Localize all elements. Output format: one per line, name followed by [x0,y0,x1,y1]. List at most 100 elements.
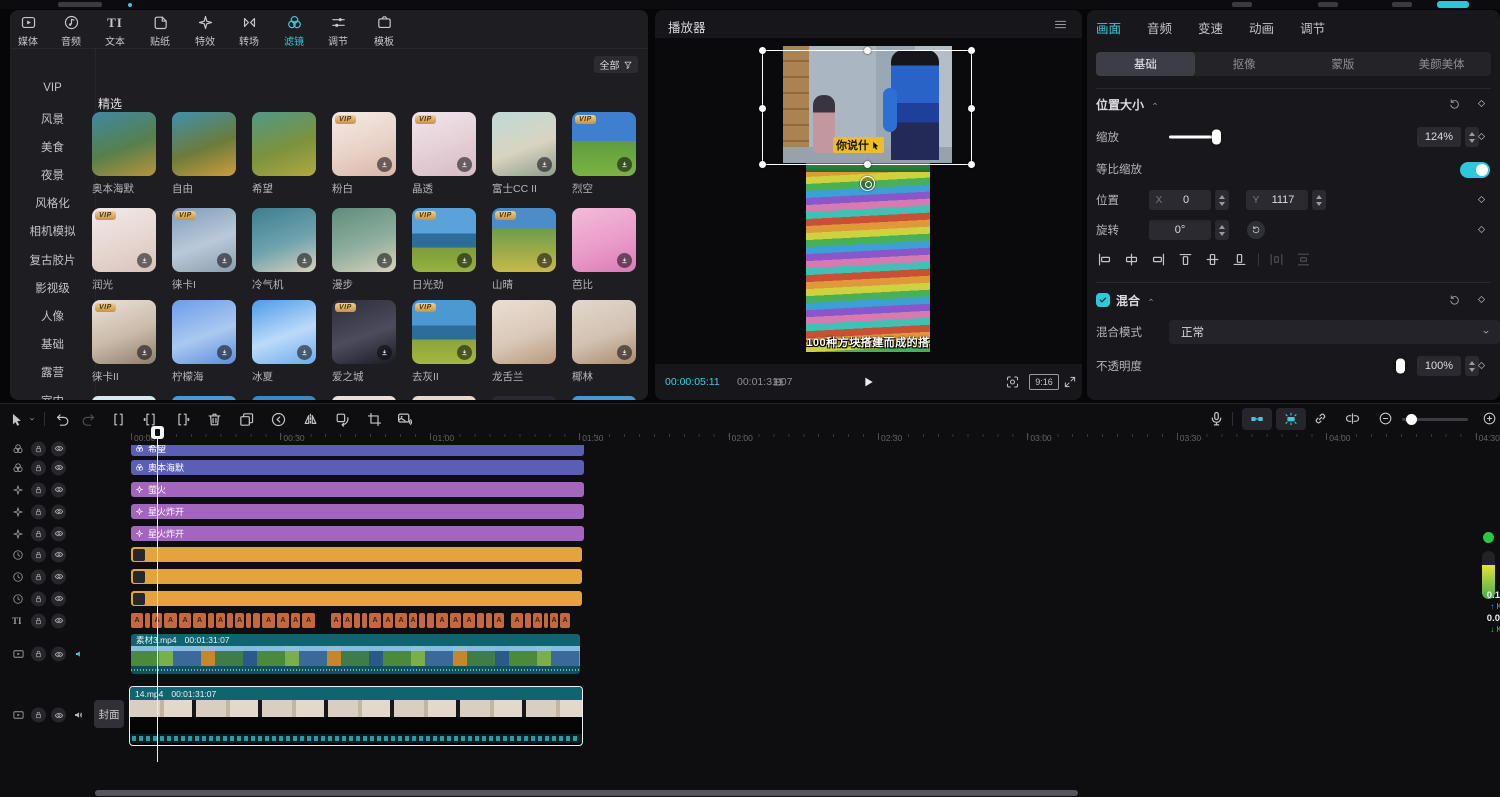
filter-card[interactable]: 龙舌兰 [492,300,556,384]
filter-thumbnail[interactable] [172,112,236,176]
clip-text-segment[interactable]: A [262,613,275,628]
keyframe-icon[interactable] [1476,294,1487,305]
category-item[interactable]: 夜景 [10,167,95,183]
clip-filter[interactable]: 奥本海默 [131,460,584,475]
clip-video-main[interactable]: 14.mp4 00:01:31:07 [129,686,583,746]
filter-card[interactable]: VIP晶透 [412,112,476,196]
clip-text-segment[interactable]: A [383,613,393,628]
filter-card[interactable]: VIP粉白 [332,112,396,196]
selection-handle[interactable] [968,47,975,54]
play-button[interactable] [860,374,876,390]
caret-up-icon[interactable] [1150,99,1160,109]
category-item[interactable]: 露营 [10,364,95,380]
filter-card[interactable]: VIP爱之城 [332,300,396,384]
reset-icon[interactable] [1448,294,1461,307]
selection-handle[interactable] [759,105,766,112]
filter-thumbnail[interactable] [572,300,636,364]
clip-text-segment[interactable]: A [131,613,143,628]
clip-video-overlay[interactable]: 素材3.mp4 00:01:31:07 [131,634,580,674]
clip-text-segment[interactable] [486,613,492,628]
lock-icon[interactable] [31,482,46,497]
caret-up-icon[interactable] [1146,295,1156,305]
filter-thumbnail[interactable] [332,208,396,272]
filter-card[interactable]: VIP山晴 [492,208,556,292]
category-item[interactable]: 相机模拟 [10,223,95,239]
clip-text-segment[interactable]: A [179,613,191,628]
top-tab-filter[interactable]: 滤镜 [272,14,316,48]
filter-card[interactable]: 椰林 [572,300,636,384]
clip-text-segment[interactable]: A [494,613,504,628]
download-icon[interactable] [217,253,232,268]
filter-thumbnail[interactable]: VIP [92,208,156,272]
category-item[interactable]: 影视级 [10,280,95,296]
filter-thumbnail[interactable]: VIP [412,112,476,176]
download-icon[interactable] [297,253,312,268]
position-x-stepper[interactable] [1215,190,1229,210]
top-tab-fx[interactable]: 特效 [183,14,227,48]
filter-thumbnail[interactable] [572,208,636,272]
filter-thumbnail[interactable] [252,300,316,364]
filter-card[interactable]: VIP去灰II [412,300,476,384]
clip-text-segment[interactable]: A [302,613,315,628]
filter-card[interactable]: VIP润光 [92,208,156,292]
filter-card[interactable]: 漫步 [332,208,396,292]
clip-text-segment[interactable]: A [235,613,244,628]
scale-slider[interactable] [1169,127,1409,147]
category-item[interactable]: 复古胶片 [10,252,95,268]
lock-icon[interactable] [31,591,46,606]
blend-checkbox[interactable] [1096,293,1110,307]
subtab[interactable]: 抠像 [1195,52,1294,76]
rotate-90-button[interactable] [1247,221,1265,239]
rotate-handle[interactable] [860,176,875,191]
align-top-icon[interactable] [1177,251,1194,268]
clip-text-segment[interactable]: A [164,613,177,628]
horizontal-scrollbar[interactable] [95,790,1078,796]
clip-text-segment[interactable] [354,613,360,628]
subtab[interactable]: 蒙版 [1294,52,1393,76]
clip-text-segment[interactable] [227,613,233,628]
clip-text-segment[interactable]: A [216,613,225,628]
clip-text-segment[interactable] [525,613,531,628]
top-tab-template[interactable]: 模板 [362,14,406,48]
scale-value[interactable]: 124% [1417,127,1461,147]
category-item[interactable]: 室内 [10,393,95,400]
lock-icon[interactable] [31,613,46,628]
player-menu-icon[interactable] [1053,17,1068,32]
selection-handle[interactable] [864,161,871,168]
cover-button[interactable]: 封面 [94,700,124,728]
top-tab-transition[interactable]: 转场 [227,14,271,48]
download-icon[interactable] [217,345,232,360]
download-icon[interactable] [377,345,392,360]
download-icon[interactable] [617,253,632,268]
align-center-h-icon[interactable] [1123,251,1140,268]
category-item[interactable]: 人像 [10,308,95,324]
keyframe-icon[interactable] [1476,98,1487,109]
download-icon[interactable] [137,345,152,360]
mute-icon[interactable] [71,647,86,662]
filter-card[interactable]: VIP徕卡I [172,208,236,292]
download-icon[interactable] [297,345,312,360]
category-item[interactable]: VIP [10,82,95,94]
fullscreen-icon[interactable] [1063,375,1077,389]
selection-handle[interactable] [864,47,871,54]
clip-text-segment[interactable]: A [343,613,352,628]
eye-icon[interactable] [51,482,66,497]
clip-text-segment[interactable]: A [291,613,300,628]
category-item[interactable]: 基础 [10,336,95,352]
opacity-slider[interactable] [1181,356,1409,376]
clip-sticker[interactable] [131,569,582,584]
clip-text-segment[interactable] [246,613,251,628]
lock-icon[interactable] [31,647,46,662]
filter-thumbnail[interactable]: VIP [412,208,476,272]
download-icon[interactable] [537,253,552,268]
clip-text-segment[interactable]: A [533,613,542,628]
filter-thumbnail[interactable]: VIP [492,208,556,272]
lock-icon[interactable] [31,460,46,475]
download-icon[interactable] [137,253,152,268]
filter-thumbnail[interactable]: VIP [172,208,236,272]
filter-card[interactable]: 冷气机 [252,208,316,292]
download-icon[interactable] [457,157,472,172]
keyframe-icon[interactable] [1476,360,1487,371]
rotate-field[interactable]: 0° [1149,220,1211,240]
eye-icon[interactable] [51,613,66,628]
